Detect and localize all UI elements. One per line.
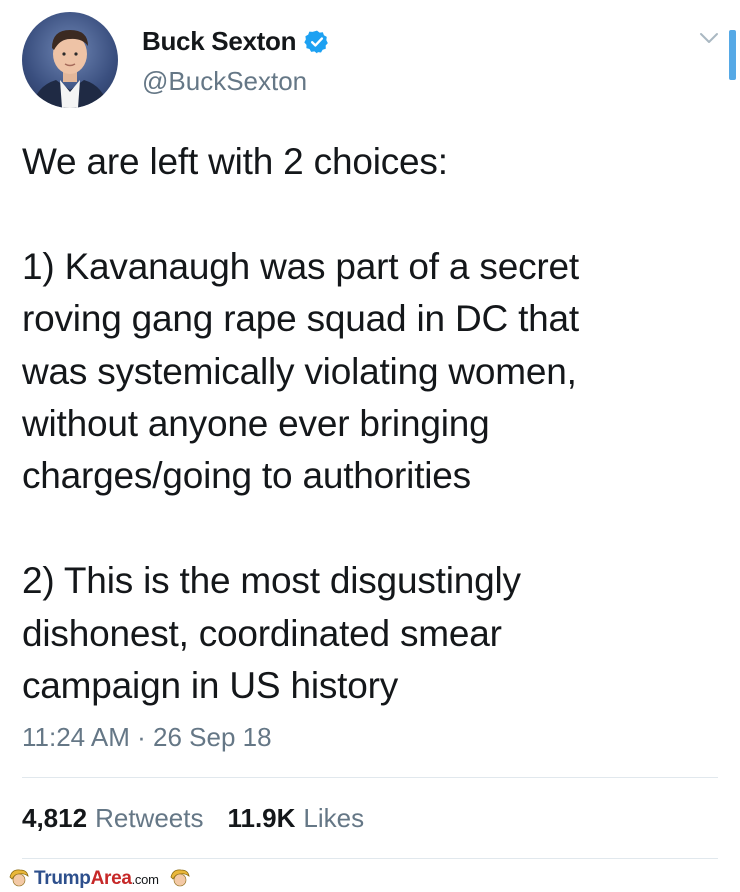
tweet-card: Buck Sexton @BuckSexton We are left with… (0, 0, 740, 892)
likes-label: Likes (303, 803, 365, 833)
tweet-text: We are left with 2 choices: 1) Kavanaugh… (22, 141, 579, 707)
retweets-stat[interactable]: 4,812 Retweets (22, 803, 203, 834)
divider (22, 858, 718, 859)
likes-count: 11.9K (227, 803, 296, 833)
divider (22, 777, 718, 778)
tweet-timestamp[interactable]: 11:24 AM · 26 Sep 18 (22, 722, 272, 753)
author-name[interactable]: Buck Sexton (142, 26, 296, 57)
trump-hair-logo-icon (8, 867, 30, 892)
likes-stat[interactable]: 11.9K Likes (227, 803, 364, 834)
tweet-stats: 4,812 Retweets 11.9K Likes (22, 803, 364, 834)
retweets-label: Retweets (95, 803, 204, 833)
watermark: TrumpArea.com (8, 866, 191, 892)
watermark-text: TrumpArea.com (34, 868, 159, 889)
chevron-down-icon[interactable] (698, 30, 720, 46)
retweets-count: 4,812 (22, 803, 88, 833)
author-name-row[interactable]: Buck Sexton (142, 26, 330, 57)
scrollbar[interactable] (729, 30, 736, 80)
avatar[interactable] (22, 12, 118, 108)
trump-hair-logo-icon (169, 867, 191, 892)
author-handle[interactable]: @BuckSexton (142, 66, 307, 97)
verified-badge-icon (304, 29, 330, 55)
